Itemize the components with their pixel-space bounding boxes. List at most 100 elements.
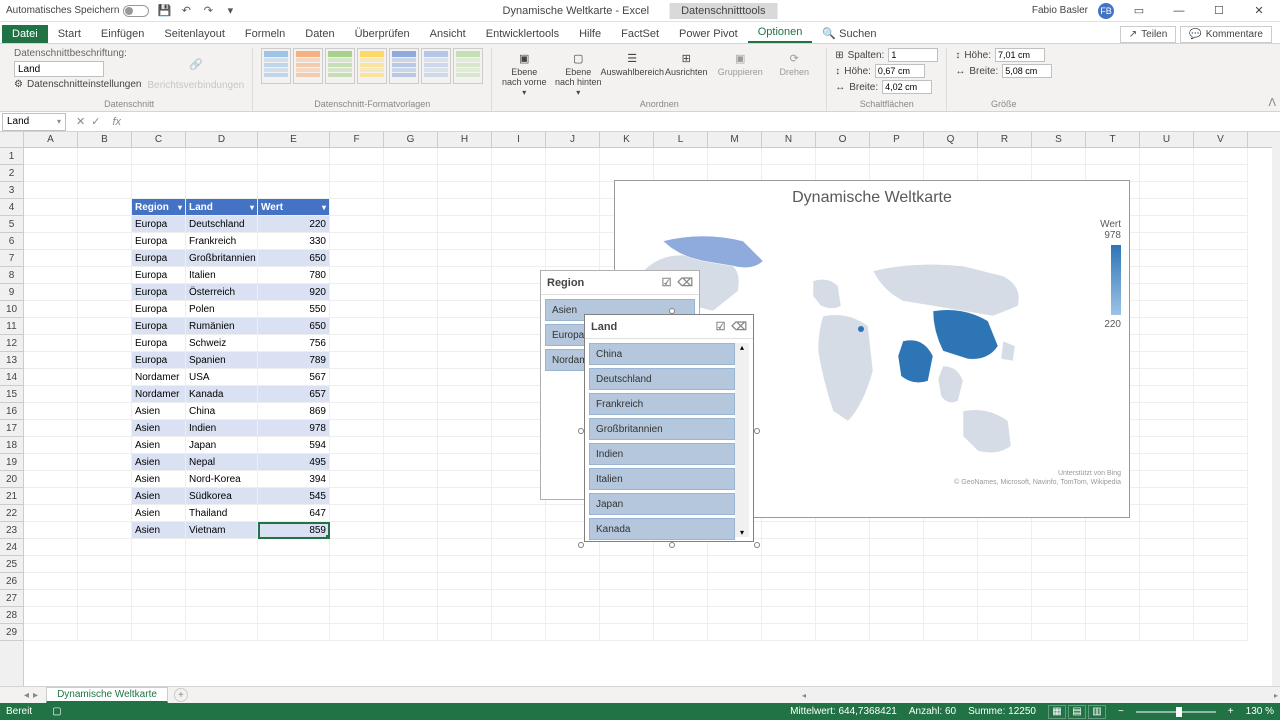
cell[interactable] (1032, 148, 1086, 165)
cell[interactable] (258, 590, 330, 607)
cell[interactable] (546, 590, 600, 607)
row-header[interactable]: 6 (0, 233, 23, 250)
cell[interactable] (384, 335, 438, 352)
cell[interactable] (78, 488, 132, 505)
cell[interactable]: Asien (132, 420, 186, 437)
row-header[interactable]: 9 (0, 284, 23, 301)
cell[interactable] (132, 182, 186, 199)
cell[interactable] (330, 590, 384, 607)
align-button[interactable]: ⊞Ausrichten (662, 48, 710, 78)
cell[interactable]: Nord-Korea (186, 471, 258, 488)
cell[interactable] (1194, 437, 1248, 454)
tab-home[interactable]: Start (48, 25, 91, 43)
cell[interactable] (330, 488, 384, 505)
row-header[interactable]: 17 (0, 420, 23, 437)
cell[interactable] (1140, 165, 1194, 182)
user-avatar[interactable]: FB (1098, 3, 1114, 19)
cell[interactable] (438, 539, 492, 556)
cell[interactable] (258, 148, 330, 165)
cell[interactable] (78, 301, 132, 318)
column-header[interactable]: E (258, 132, 330, 147)
cell[interactable] (492, 607, 546, 624)
cell[interactable] (654, 573, 708, 590)
cell[interactable]: Polen (186, 301, 258, 318)
row-header[interactable]: 26 (0, 573, 23, 590)
cell[interactable] (438, 505, 492, 522)
cell[interactable] (384, 182, 438, 199)
row-header[interactable]: 28 (0, 607, 23, 624)
row-header[interactable]: 13 (0, 352, 23, 369)
cell[interactable] (978, 522, 1032, 539)
cell[interactable] (24, 454, 78, 471)
cell[interactable] (1140, 607, 1194, 624)
cell[interactable] (1194, 386, 1248, 403)
add-sheet-button[interactable]: + (174, 688, 188, 702)
cell[interactable] (708, 607, 762, 624)
cell[interactable] (492, 352, 546, 369)
cell[interactable] (1194, 488, 1248, 505)
cell[interactable] (438, 471, 492, 488)
column-header[interactable]: L (654, 132, 708, 147)
cell[interactable] (1140, 318, 1194, 335)
cell[interactable] (978, 590, 1032, 607)
cell[interactable]: 545 (258, 488, 330, 505)
table-header-cell[interactable]: Region▾ (132, 199, 186, 216)
row-header[interactable]: 18 (0, 437, 23, 454)
cell[interactable]: Japan (186, 437, 258, 454)
cell[interactable] (384, 573, 438, 590)
cell[interactable] (708, 573, 762, 590)
slicer-item[interactable]: China (589, 343, 735, 365)
cell[interactable] (438, 318, 492, 335)
cell[interactable] (1194, 573, 1248, 590)
cell[interactable] (492, 318, 546, 335)
cell[interactable] (708, 624, 762, 641)
cell[interactable] (1194, 233, 1248, 250)
cell[interactable] (870, 556, 924, 573)
cell[interactable]: 650 (258, 250, 330, 267)
column-header[interactable]: B (78, 132, 132, 147)
row-header[interactable]: 12 (0, 335, 23, 352)
cell[interactable] (132, 539, 186, 556)
cell[interactable] (438, 369, 492, 386)
cell[interactable]: Schweiz (186, 335, 258, 352)
slicer-item[interactable]: Indien (589, 443, 735, 465)
column-header[interactable]: H (438, 132, 492, 147)
cell[interactable]: Kanada (186, 386, 258, 403)
cell[interactable] (330, 607, 384, 624)
cell[interactable] (186, 556, 258, 573)
cell[interactable] (600, 624, 654, 641)
slicer-style-swatch[interactable] (453, 48, 483, 84)
zoom-out-icon[interactable]: − (1118, 706, 1124, 717)
cell[interactable] (1140, 522, 1194, 539)
send-backward-button[interactable]: ▢Ebene nach hinten▾ (554, 48, 602, 97)
slicer-land[interactable]: Land ☑⌫ ChinaDeutschlandFrankreichGroßbr… (584, 314, 754, 542)
cell[interactable] (492, 216, 546, 233)
cell[interactable] (330, 250, 384, 267)
cell[interactable] (1140, 590, 1194, 607)
cell[interactable] (330, 335, 384, 352)
cell[interactable]: Asien (132, 488, 186, 505)
cell[interactable] (384, 369, 438, 386)
cell[interactable] (330, 148, 384, 165)
cell[interactable] (546, 216, 600, 233)
row-header[interactable]: 8 (0, 267, 23, 284)
page-break-view-icon[interactable]: ▥ (1088, 705, 1106, 719)
cell[interactable] (1194, 352, 1248, 369)
sheet-tab[interactable]: Dynamische Weltkarte (46, 687, 168, 703)
cell[interactable] (78, 199, 132, 216)
tab-review[interactable]: Überprüfen (345, 25, 420, 43)
cell[interactable] (1194, 199, 1248, 216)
cell[interactable]: Asien (132, 522, 186, 539)
cell[interactable] (438, 148, 492, 165)
cell[interactable] (24, 301, 78, 318)
cell[interactable] (78, 420, 132, 437)
cell[interactable] (492, 488, 546, 505)
cell[interactable] (492, 556, 546, 573)
cell[interactable] (1140, 454, 1194, 471)
cell[interactable] (1032, 590, 1086, 607)
name-box[interactable]: Land▾ (2, 113, 66, 131)
cell[interactable] (330, 437, 384, 454)
cell[interactable]: Thailand (186, 505, 258, 522)
cell[interactable] (438, 454, 492, 471)
columns-input[interactable] (888, 48, 938, 62)
